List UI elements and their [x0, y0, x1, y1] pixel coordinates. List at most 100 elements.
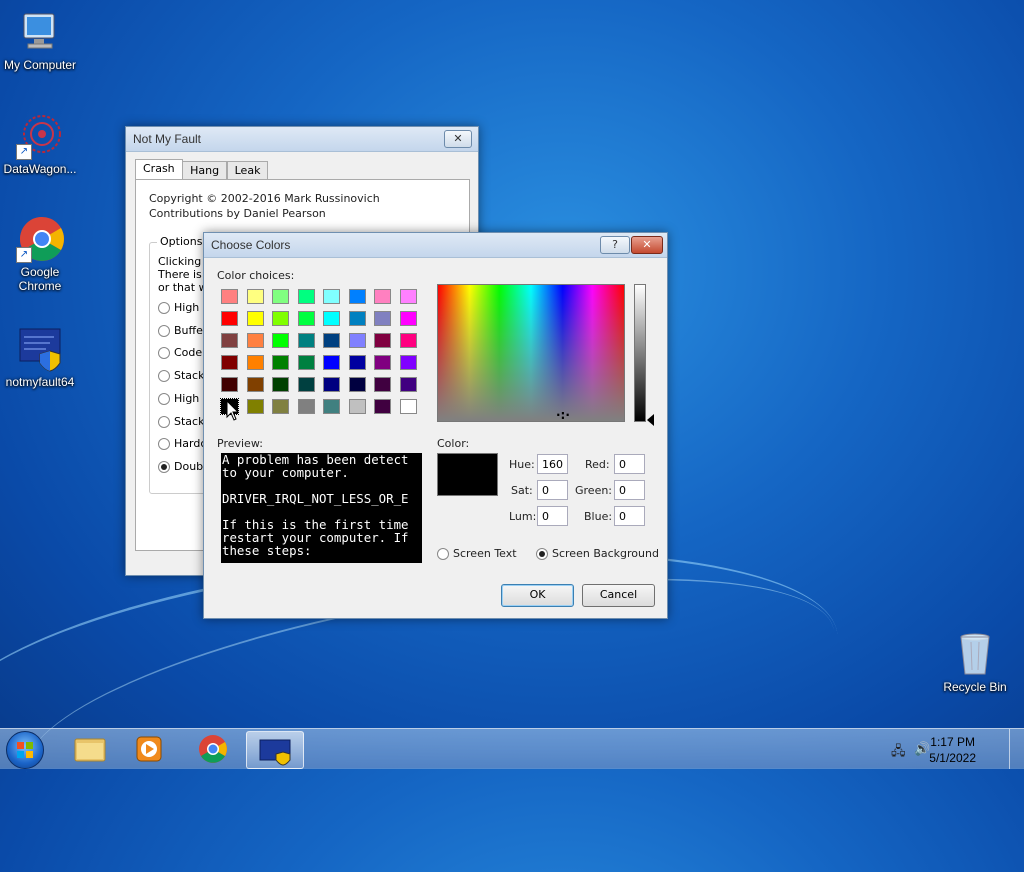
color-swatch[interactable] [323, 311, 340, 326]
desktop-icon-google-chrome[interactable]: ↗ Google Chrome [0, 215, 80, 293]
red-field[interactable]: 0 [614, 454, 645, 474]
color-swatch[interactable] [297, 377, 315, 392]
close-icon: ✕ [642, 238, 652, 251]
color-swatch[interactable] [399, 333, 417, 348]
preview-box: A problem has been detect to your comput… [221, 453, 422, 563]
close-button[interactable]: ✕ [444, 130, 472, 148]
green-field[interactable]: 0 [614, 480, 645, 500]
crash-option-radio[interactable]: High I [158, 301, 206, 314]
color-swatch[interactable] [297, 333, 315, 348]
desktop-icon-label: Google Chrome [18, 265, 62, 293]
color-swatch[interactable] [323, 289, 340, 304]
crash-option-radio[interactable]: Buffer [158, 324, 207, 337]
chrome-icon: ↗ [16, 215, 64, 263]
luminosity-slider-arrow-icon[interactable] [647, 414, 654, 426]
color-swatch[interactable] [272, 355, 289, 370]
desktop-icon-label: Recycle Bin [943, 680, 1007, 694]
color-swatch[interactable] [374, 333, 391, 348]
notmyfault-titlebar[interactable]: Not My Fault ✕ [126, 127, 478, 152]
lum-field[interactable]: 0 [537, 506, 568, 526]
color-swatch[interactable] [272, 399, 289, 414]
color-swatch[interactable] [221, 355, 238, 370]
color-swatch[interactable] [399, 399, 417, 414]
color-swatch[interactable] [374, 311, 391, 326]
color-swatch[interactable] [297, 399, 315, 414]
color-swatch[interactable] [323, 355, 340, 370]
hue-field[interactable]: 160 [537, 454, 568, 474]
taskbar-windows-explorer[interactable] [62, 731, 118, 767]
notmyfault-title: Not My Fault [133, 132, 202, 146]
luminosity-bar[interactable] [634, 284, 646, 422]
close-button[interactable]: ✕ [631, 236, 663, 254]
color-swatch[interactable] [297, 289, 315, 304]
crash-option-radio[interactable]: Stack [158, 369, 204, 382]
color-swatch[interactable] [246, 355, 264, 370]
help-button[interactable]: ? [600, 236, 630, 254]
color-swatch[interactable] [323, 377, 340, 392]
show-desktop-button[interactable] [1009, 729, 1024, 769]
desktop-icon-my-computer[interactable]: My Computer [0, 8, 80, 72]
blue-field[interactable]: 0 [614, 506, 645, 526]
tab-hang[interactable]: Hang [182, 161, 228, 179]
color-swatch[interactable] [272, 333, 289, 348]
radio-selected-icon [536, 548, 548, 560]
color-swatch[interactable] [272, 311, 289, 326]
color-swatch[interactable] [374, 355, 391, 370]
color-swatch[interactable] [399, 289, 417, 304]
color-swatch[interactable] [374, 399, 391, 414]
screen-text-radio[interactable]: Screen Text [437, 547, 517, 560]
system-clock[interactable]: 1:17 PM 5/1/2022 [929, 734, 976, 766]
recycle-bin-icon [951, 630, 999, 678]
close-icon: ✕ [453, 132, 463, 145]
color-swatch[interactable] [297, 311, 315, 326]
crash-option-radio[interactable]: High I [158, 392, 206, 405]
network-icon[interactable]: 🖧 [891, 742, 906, 764]
color-swatch[interactable] [399, 311, 417, 326]
color-swatch[interactable] [348, 377, 366, 392]
screen-background-radio[interactable]: Screen Background [536, 547, 659, 560]
color-swatch[interactable] [323, 399, 340, 414]
color-swatch[interactable] [374, 377, 391, 392]
start-button[interactable] [6, 731, 44, 769]
desktop-icon-notmyfault64[interactable]: notmyfault64 [0, 325, 80, 389]
color-swatch[interactable] [246, 399, 264, 414]
crash-option-radio[interactable]: Stack [158, 415, 204, 428]
tab-crash[interactable]: Crash [135, 159, 183, 179]
color-swatch[interactable] [221, 311, 238, 326]
color-swatch[interactable] [246, 289, 264, 304]
cancel-button[interactable]: Cancel [582, 584, 655, 607]
options-label: Options [157, 235, 206, 248]
color-swatch[interactable] [246, 311, 264, 326]
taskbar-google-chrome[interactable] [185, 731, 241, 767]
color-swatch[interactable] [348, 355, 366, 370]
desktop-icon-label: DataWagon... [3, 162, 77, 176]
color-swatch[interactable] [297, 355, 315, 370]
color-swatch[interactable] [272, 289, 289, 304]
color-swatch[interactable] [246, 333, 264, 348]
color-swatch[interactable] [221, 377, 238, 392]
color-swatch[interactable] [348, 399, 366, 414]
choose-colors-titlebar[interactable]: Choose Colors ? ✕ [204, 233, 667, 258]
color-swatch[interactable] [246, 377, 264, 392]
taskbar-media-player[interactable] [122, 731, 178, 767]
desktop-icon-datawagon[interactable]: ↗ DataWagon... [0, 112, 80, 176]
color-choices-label: Color choices: [217, 269, 295, 282]
color-swatch[interactable] [399, 355, 417, 370]
color-swatch[interactable] [221, 333, 238, 348]
sat-field[interactable]: 0 [537, 480, 568, 500]
color-swatch[interactable] [399, 377, 417, 392]
color-swatch[interactable] [272, 377, 289, 392]
ok-button[interactable]: OK [501, 584, 574, 607]
color-spectrum[interactable] [437, 284, 625, 422]
tab-leak[interactable]: Leak [226, 161, 269, 179]
color-swatch[interactable] [221, 289, 238, 304]
color-swatch[interactable] [348, 333, 366, 348]
color-swatch[interactable] [374, 289, 391, 304]
desktop-icon-recycle-bin[interactable]: Recycle Bin [935, 630, 1015, 694]
color-swatch[interactable] [348, 311, 366, 326]
color-swatch[interactable] [348, 289, 366, 304]
color-swatch[interactable] [323, 333, 340, 348]
preview-label: Preview: [217, 437, 263, 450]
taskbar-notmyfault64[interactable] [246, 731, 304, 769]
volume-icon[interactable]: 🔊 [914, 742, 930, 757]
